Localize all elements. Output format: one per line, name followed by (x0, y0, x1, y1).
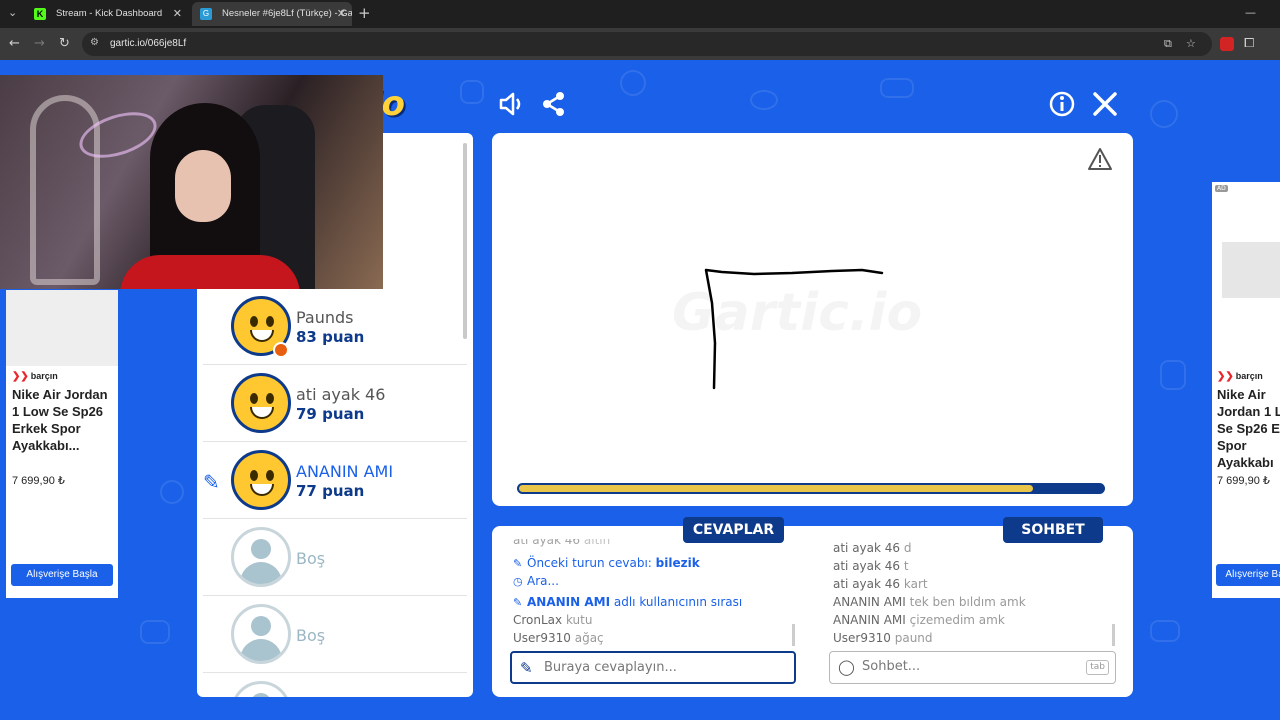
ad-brand: ❯❯ barçın (12, 371, 58, 382)
address-bar: ← → ↻ ⚙ gartic.io/066je8Lf ⧉ ☆ ⧠ (0, 28, 1280, 60)
chat-scrollbar[interactable] (1112, 624, 1115, 646)
round-timer-bar (517, 483, 1105, 494)
empty-avatar-icon (231, 681, 291, 697)
pencil-icon: ✎ (513, 596, 523, 609)
sound-icon[interactable] (497, 90, 525, 118)
tab-kick-dashboard[interactable]: K Stream - Kick Dashboard ✕ (26, 2, 188, 26)
pencil-icon: ✎ (513, 557, 523, 570)
install-app-icon[interactable]: ⧉ (1164, 37, 1172, 51)
reload-icon[interactable]: ↻ (59, 36, 70, 52)
omnibox[interactable]: ⚙ gartic.io/066je8Lf ⧉ ☆ (82, 32, 1212, 56)
list-item: ◷ Ara... (513, 572, 559, 590)
minimize-icon[interactable]: — (1245, 6, 1256, 19)
tab-key-hint: tab (1086, 660, 1109, 675)
tab-title: Nesneler #6je8Lf (Türkçe) - Gar (222, 8, 352, 19)
browser-tab-strip: ⌄ K Stream - Kick Dashboard ✕ G Nesneler… (0, 0, 1280, 28)
pencil-icon: ✎ (520, 659, 533, 677)
answer-input-box[interactable]: ✎ (510, 651, 796, 684)
player-name: Paunds (296, 308, 354, 327)
forward-icon[interactable]: → (34, 36, 45, 52)
player-name: ANANIN AMI (296, 462, 394, 481)
list-item: User9310 paund (833, 631, 933, 645)
player-name: ati ayak 46 (296, 385, 386, 404)
shoe-image (6, 290, 118, 366)
list-item: ANANIN AMI çizemedim amk (833, 613, 1005, 627)
player-row: Boş (203, 519, 467, 596)
close-tab-icon[interactable]: ✕ (337, 2, 346, 26)
extension-icon[interactable] (1220, 37, 1234, 51)
ad-shop-button[interactable]: Alışverişe Başla (11, 564, 113, 586)
chat-input[interactable] (862, 652, 1082, 681)
report-warning-icon[interactable] (1087, 147, 1113, 171)
tab-search-chevron-icon[interactable]: ⌄ (8, 6, 17, 19)
webcam-overlay (0, 75, 383, 289)
url-text[interactable]: gartic.io/066je8Lf (110, 32, 186, 56)
answers-list: ati ayak 46 altın ✎ Önceki turun cevabı: … (513, 539, 793, 645)
chat-bubble-icon: ◯ (838, 658, 855, 676)
tab-gartic[interactable]: G Nesneler #6je8Lf (Türkçe) - Gar ✕ (192, 2, 352, 26)
list-item: ati ayak 46 kart (833, 577, 928, 591)
player-row[interactable]: ✎ ANANIN AMI 77 puan (203, 442, 467, 519)
back-icon[interactable]: ← (9, 36, 20, 52)
list-item: User9310 ağaç (513, 631, 604, 645)
shoe-image (1222, 242, 1280, 298)
drawing-strokes (704, 268, 884, 390)
answers-scrollbar[interactable] (792, 624, 795, 646)
list-item: ✎ ANANIN AMI adlı kullanıcının sırası (513, 593, 742, 611)
close-tab-icon[interactable]: ✕ (173, 2, 182, 26)
ad-price: 7 699,90 ₺ (1217, 475, 1270, 487)
list-item: ati ayak 46 t (833, 559, 909, 573)
list-item: CronLax kutu (513, 613, 593, 627)
chat-input-box[interactable]: ◯ tab (829, 651, 1116, 684)
player-row[interactable]: ati ayak 46 79 puan (203, 365, 467, 442)
player-row: Boş (203, 596, 467, 673)
ad-title[interactable]: Nike Air Jordan 1 Low Se Sp26 Erkek Spor… (12, 386, 116, 454)
extensions-puzzle-icon[interactable]: ⧠ (1244, 36, 1254, 52)
empty-avatar-icon (231, 527, 291, 587)
chat-list: ati ayak 46 d ati ayak 46 t ati ayak 46 … (833, 539, 1113, 645)
player-score: 83 puan (296, 328, 365, 346)
drawing-pencil-icon: ✎ (203, 470, 220, 494)
list-item: ati ayak 46 altın (513, 539, 611, 547)
site-info-icon[interactable]: ⚙ (90, 37, 102, 49)
share-icon[interactable] (540, 90, 568, 118)
drawing-canvas[interactable]: Gartic.io (492, 133, 1133, 506)
empty-avatar-icon (231, 604, 291, 664)
barcin-logo-icon: ❯❯ (12, 371, 29, 382)
ad-shop-button[interactable]: Alışverişe Başla (1216, 564, 1280, 586)
tab-title: Stream - Kick Dashboard (56, 8, 163, 19)
ad-badge: AD (1215, 185, 1228, 192)
room-owner-badge-icon (273, 342, 289, 358)
list-item: ANANIN AMI tek ben bıldım amk (833, 595, 1026, 609)
avatar (231, 450, 291, 510)
barcin-logo-icon: ❯❯ (1217, 371, 1234, 382)
list-item: ✎ Önceki turun cevabı: bilezik (513, 554, 700, 572)
new-tab-icon[interactable]: + (358, 5, 371, 21)
player-name: Boş (296, 549, 326, 568)
player-name: Boş (296, 626, 326, 645)
player-score: 79 puan (296, 405, 365, 423)
list-item: ati ayak 46 d (833, 541, 912, 555)
avatar (231, 373, 291, 433)
gartic-icon: G (200, 8, 212, 20)
ad-brand: ❯❯ barçın (1217, 371, 1263, 382)
ad-price: 7 699,90 ₺ (12, 475, 65, 487)
round-timer-fill (519, 485, 1033, 492)
clock-icon: ◷ (513, 575, 523, 588)
kick-icon: K (34, 8, 46, 20)
ad-right[interactable]: AD ❯❯ barçın Nike Air Jordan 1 L Se Sp26 … (1212, 182, 1280, 598)
info-icon[interactable] (1048, 90, 1076, 118)
player-score: 77 puan (296, 482, 365, 500)
player-row[interactable]: Paunds 83 puan (203, 288, 467, 365)
bookmark-star-icon[interactable]: ☆ (1186, 37, 1196, 51)
close-icon[interactable] (1091, 90, 1119, 118)
player-row (203, 673, 467, 697)
ad-title[interactable]: Nike Air Jordan 1 L Se Sp26 E Spor Ayakk… (1217, 386, 1280, 471)
answer-input[interactable] (544, 653, 764, 682)
ad-left[interactable]: ❯❯ barçın Nike Air Jordan 1 Low Se Sp26 E… (6, 290, 118, 598)
